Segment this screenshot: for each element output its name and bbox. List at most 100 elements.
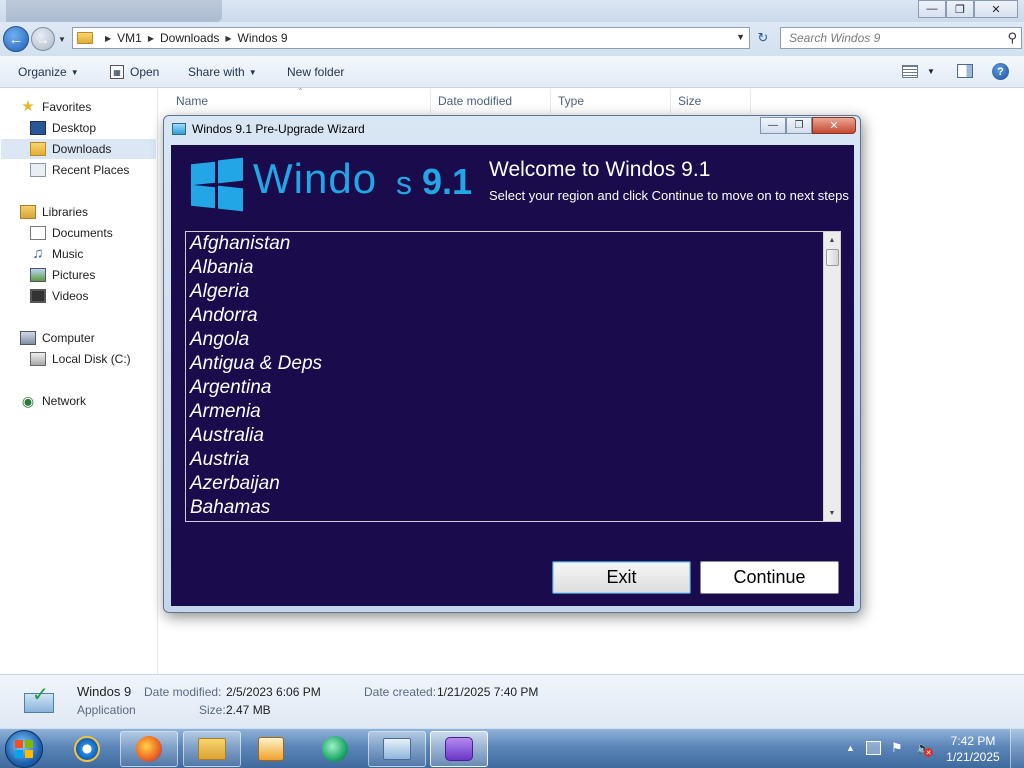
nav-network-label: Network [42,394,87,408]
music-icon: ♫ [32,245,44,262]
breadcrumb-arrow-icon[interactable]: ▶ [225,34,231,43]
nav-downloads[interactable]: Downloads [1,139,156,159]
explorer-title-bar[interactable]: — ❐ ✕ [0,0,1024,22]
region-item[interactable]: Austria [190,448,820,472]
nav-computer[interactable]: Computer [20,328,95,348]
region-item[interactable]: Azerbaijan [190,472,820,496]
logo-wordmark-s: s [396,165,412,201]
scrollbar-thumb[interactable] [826,249,839,266]
address-bar[interactable]: ▶ VM1 ▶ Downloads ▶ Windos 9 ▼ [72,27,750,49]
scroll-up-icon[interactable]: ▲ [824,232,840,248]
remote-desktop-icon [383,738,411,760]
region-item[interactable]: Albania [190,256,820,280]
region-item[interactable]: Argentina [190,376,820,400]
start-button[interactable] [5,730,43,768]
region-item[interactable]: Andorra [190,304,820,328]
nav-favorites-label: Favorites [42,100,92,114]
breadcrumb-vm1[interactable]: VM1 [117,31,142,45]
taskbar-clock[interactable]: 7:42 PM 1/21/2025 [944,733,1002,765]
network-tray-icon[interactable] [866,741,881,755]
region-item[interactable]: Armenia [190,400,820,424]
nav-favorites[interactable]: ★ Favorites [20,97,91,117]
breadcrumb-windos9[interactable]: Windos 9 [238,31,288,45]
chevron-down-icon[interactable]: ▼ [927,67,935,76]
nav-documents[interactable]: Documents [30,223,113,243]
region-item[interactable]: Australia [190,424,820,448]
taskbar-wizard-app[interactable] [430,731,488,767]
taskbar-internet-explorer[interactable] [58,731,116,767]
refresh-button[interactable]: ↻ [752,27,774,49]
nav-network[interactable]: ◉ Network [20,391,86,411]
wizard-title-bar[interactable]: Windos 9.1 Pre-Upgrade Wizard [172,122,365,136]
show-hidden-icons-icon[interactable]: ▲ [846,743,855,753]
region-list-scrollbar[interactable]: ▲ ▼ [823,232,840,521]
preview-pane-icon[interactable] [957,64,973,78]
welcome-title: Welcome to Windos 9.1 [489,158,711,181]
breadcrumb-arrow-icon[interactable]: ▶ [105,34,111,43]
libraries-icon [20,205,36,219]
recent-pages-dropdown[interactable]: ▼ [58,35,66,44]
column-header-size[interactable]: Size [671,89,751,113]
forward-button[interactable]: → [31,27,55,51]
nav-pictures[interactable]: Pictures [30,265,95,285]
breadcrumb-downloads[interactable]: Downloads [160,31,219,45]
videos-icon [30,289,46,303]
region-listbox[interactable]: Afghanistan Albania Algeria Andorra Ango… [185,231,841,522]
taskbar-windows-explorer[interactable] [183,731,241,767]
wizard-title: Windos 9.1 Pre-Upgrade Wizard [192,122,365,136]
desktop-icon [30,121,46,135]
region-item[interactable]: Bahamas [190,496,820,520]
change-view-icon[interactable] [902,65,918,78]
column-header-type-label: Type [558,94,585,108]
region-item[interactable]: Antigua & Deps [190,352,820,376]
new-folder-button[interactable]: New folder [287,65,344,79]
search-input[interactable] [789,31,989,45]
region-item[interactable]: Afghanistan [190,232,820,256]
taskbar-media-player[interactable] [242,731,300,767]
network-icon: ◉ [21,393,35,409]
help-icon[interactable]: ? [992,63,1009,80]
downloads-folder-icon [30,142,46,156]
continue-button[interactable]: Continue [700,561,839,594]
nav-recent-places[interactable]: Recent Places [30,160,129,180]
taskbar-remote-desktop[interactable] [368,731,426,767]
breadcrumb-arrow-icon[interactable]: ▶ [148,34,154,43]
nav-documents-label: Documents [52,226,113,240]
maximize-button[interactable]: ❐ [946,0,974,18]
column-header-name[interactable]: Name ⌃ [159,87,431,113]
local-disk-icon [30,352,46,366]
back-button[interactable]: ← [3,26,29,52]
nav-local-disk[interactable]: Local Disk (C:) [30,349,131,369]
share-with-button[interactable]: Share with ▼ [188,65,257,79]
wizard-minimize-button[interactable]: — [760,117,786,134]
minimize-button[interactable]: — [918,0,946,18]
nav-videos[interactable]: Videos [30,286,88,306]
region-item[interactable]: Algeria [190,280,820,304]
show-desktop-button[interactable] [1010,729,1024,768]
scroll-down-icon[interactable]: ▼ [824,505,840,521]
title-bar-ghost [6,0,222,22]
sort-caret-icon: ⌃ [297,87,304,96]
taskbar: ▲ ⚑ 🔈 ✕ 7:42 PM 1/21/2025 [0,728,1024,768]
exit-button[interactable]: Exit [552,561,691,594]
action-center-flag-icon[interactable]: ⚑ [891,741,906,755]
region-item[interactable]: Angola [190,328,820,352]
pre-upgrade-wizard-dialog[interactable]: Windos 9.1 Pre-Upgrade Wizard — ❐ ✕ Wind… [163,115,861,613]
column-header-date-modified[interactable]: Date modified [431,89,551,113]
open-button[interactable]: ▦ Open [110,65,159,79]
welcome-subtitle: Select your region and click Continue to… [489,188,849,203]
address-dropdown-icon[interactable]: ▼ [736,32,745,42]
organize-button[interactable]: Organize ▼ [18,65,79,79]
nav-libraries[interactable]: Libraries [20,202,88,222]
close-button[interactable]: ✕ [974,0,1018,18]
wizard-close-button[interactable]: ✕ [812,117,856,134]
search-box[interactable]: ⚲ [780,27,1022,49]
taskbar-firefox[interactable] [120,731,178,767]
window-controls: — ❐ ✕ [918,0,1018,18]
taskbar-green-app[interactable] [306,731,364,767]
wizard-maximize-button[interactable]: ❐ [786,117,812,134]
nav-music[interactable]: ♫ Music [30,244,83,264]
search-icon[interactable]: ⚲ [1007,30,1017,46]
nav-desktop[interactable]: Desktop [30,118,96,138]
column-header-type[interactable]: Type [551,89,671,113]
